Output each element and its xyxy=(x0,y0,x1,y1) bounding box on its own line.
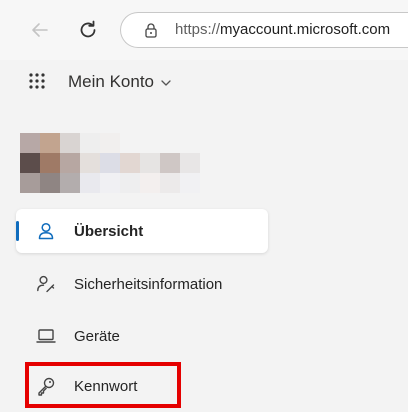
active-indicator xyxy=(16,221,19,241)
key-icon xyxy=(36,376,56,396)
url-host: myaccount.microsoft.com xyxy=(220,21,391,38)
page-content: Mein Konto Übersicht Sicherheitsinformat… xyxy=(0,60,408,412)
nav-item-label: Kennwort xyxy=(74,377,138,395)
nav-item-label: Sicherheitsinformation xyxy=(74,275,223,293)
page-title: Mein Konto xyxy=(68,72,154,91)
back-arrow-icon[interactable] xyxy=(30,20,50,40)
url-scheme: https:// xyxy=(175,21,221,38)
nav-item-sicherheitsinformation[interactable]: Sicherheitsinformation xyxy=(16,262,268,306)
waffle-icon[interactable] xyxy=(28,72,46,90)
nav-item-kennwort[interactable]: Kennwort xyxy=(16,364,268,408)
nav-item-label: Übersicht xyxy=(74,222,144,240)
avatar xyxy=(20,133,200,193)
url-text[interactable]: https://myaccount.microsoft.com xyxy=(175,21,390,38)
nav-item-uebersicht[interactable]: Übersicht xyxy=(16,209,268,253)
person-icon xyxy=(36,221,56,241)
browser-toolbar: https://myaccount.microsoft.com xyxy=(0,0,408,60)
chevron-down-icon xyxy=(161,80,171,86)
nav-item-label: Geräte xyxy=(74,327,120,345)
account-menu[interactable]: Mein Konto xyxy=(68,72,172,92)
person-key-icon xyxy=(36,274,56,294)
laptop-icon xyxy=(36,326,56,346)
nav-item-geraete[interactable]: Geräte xyxy=(16,314,268,358)
refresh-icon[interactable] xyxy=(76,18,100,42)
address-bar[interactable]: https://myaccount.microsoft.com xyxy=(120,12,408,48)
lock-icon[interactable] xyxy=(143,22,159,38)
